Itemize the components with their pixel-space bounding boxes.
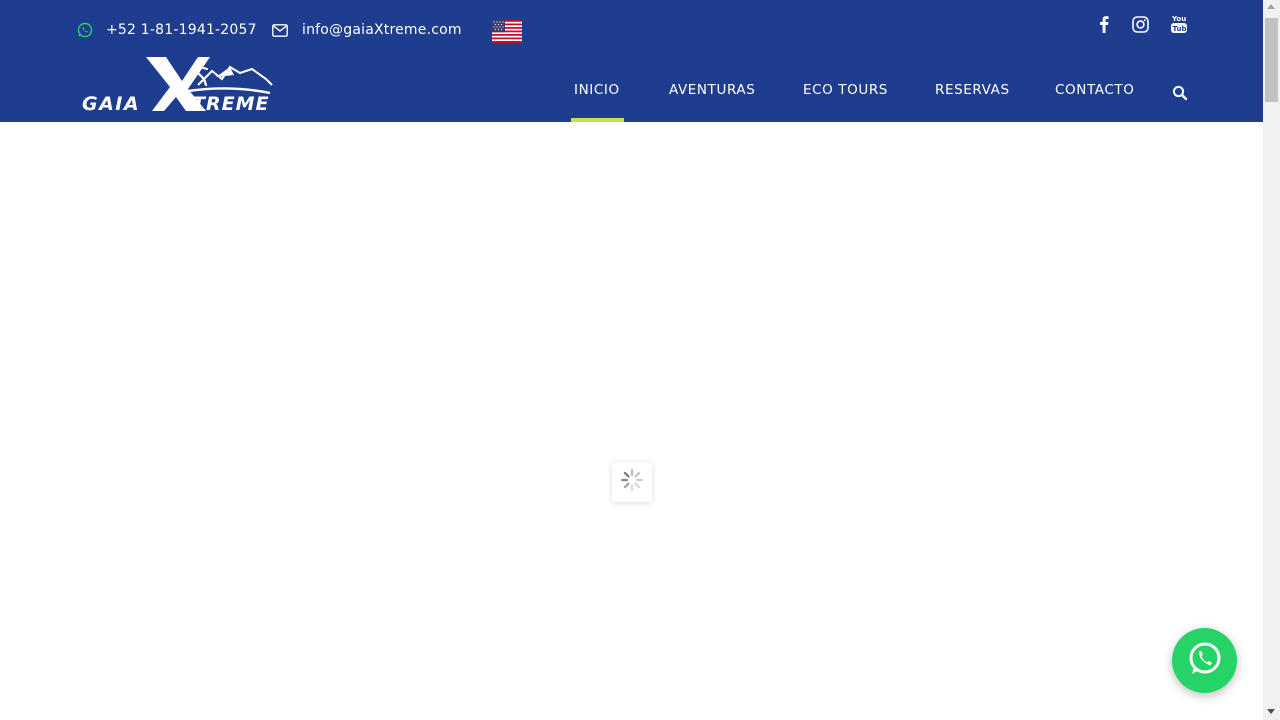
instagram-icon[interactable]	[1130, 14, 1150, 34]
email-contact[interactable]: info@gaiaXtreme.com	[272, 19, 462, 41]
phone-contact[interactable]: +52 1-81-1941-2057	[77, 19, 257, 41]
nav-item-contacto[interactable]: CONTACTO	[1055, 82, 1134, 102]
nav-active-indicator	[571, 118, 624, 122]
facebook-icon[interactable]	[1094, 14, 1114, 34]
logo-text-treme: TREME	[192, 93, 269, 115]
spinner-icon	[620, 468, 644, 496]
vertical-scrollbar[interactable]	[1263, 0, 1280, 720]
phone-number: +52 1-81-1941-2057	[106, 22, 257, 38]
scrollbar-thumb[interactable]	[1265, 18, 1278, 102]
site-logo[interactable]: GAIA TREME	[80, 55, 274, 115]
nav-item-inicio[interactable]: INICIO	[574, 82, 620, 102]
whatsapp-icon	[1186, 640, 1224, 682]
svg-text:You: You	[1171, 15, 1186, 23]
svg-text:Tube: Tube	[1173, 25, 1189, 33]
whatsapp-chat-button[interactable]	[1172, 628, 1237, 693]
page-loader	[612, 462, 652, 502]
search-icon[interactable]	[1172, 85, 1188, 101]
scroll-down-arrow[interactable]	[1267, 709, 1275, 714]
nav-item-aventuras[interactable]: AVENTURAS	[669, 82, 755, 102]
email-address: info@gaiaXtreme.com	[302, 22, 462, 38]
youtube-icon[interactable]: You Tube	[1169, 14, 1189, 34]
nav-item-eco-tours[interactable]: ECO TOURS	[803, 82, 888, 102]
us-flag-icon[interactable]	[492, 20, 522, 43]
envelope-icon	[272, 23, 288, 37]
whatsapp-icon	[77, 22, 93, 38]
logo-text-gaia: GAIA	[82, 93, 140, 115]
scroll-up-arrow[interactable]	[1267, 4, 1275, 9]
nav-item-reservas[interactable]: RESERVAS	[935, 82, 1010, 102]
